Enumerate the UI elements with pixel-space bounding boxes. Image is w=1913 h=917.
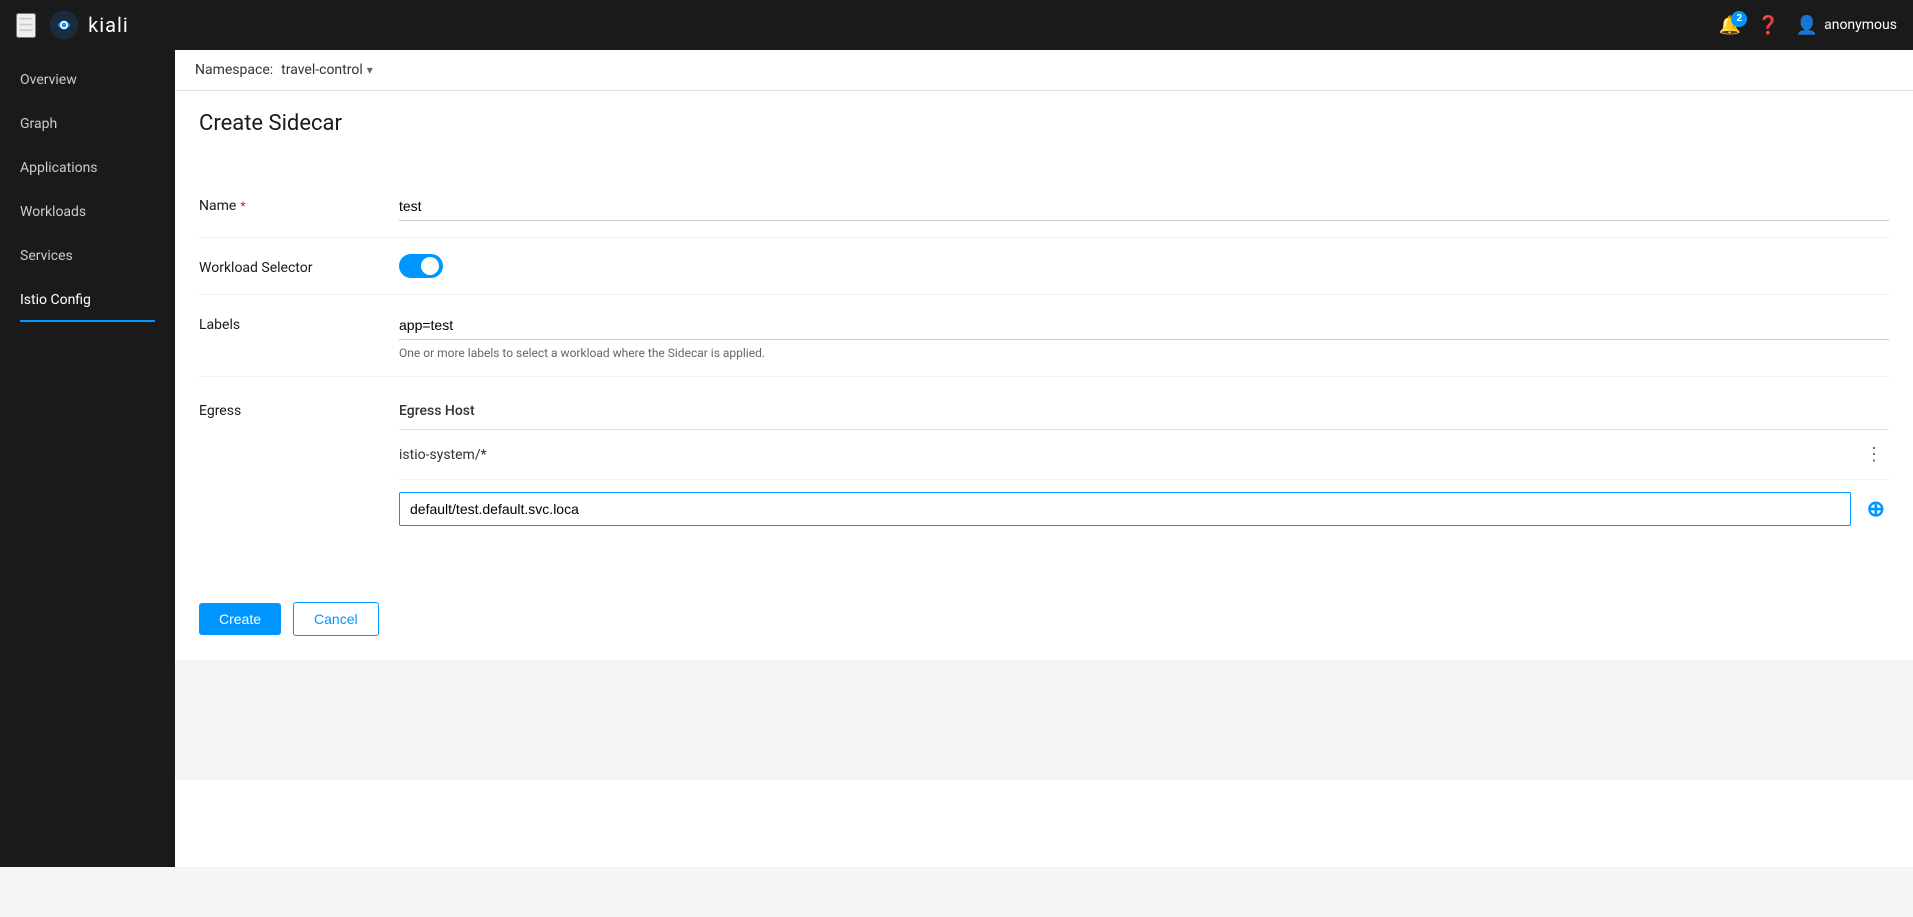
page-title-section: Create Sidecar bbox=[175, 91, 1913, 152]
sidebar-item-overview[interactable]: Overview bbox=[0, 58, 175, 102]
sidebar-item-graph[interactable]: Graph bbox=[0, 102, 175, 146]
sidebar-item-applications[interactable]: Applications bbox=[0, 146, 175, 190]
cancel-button[interactable]: Cancel bbox=[293, 602, 379, 636]
labels-hint: One or more labels to select a workload … bbox=[399, 346, 1889, 360]
sidebar-item-label: Overview bbox=[20, 72, 77, 88]
user-section[interactable]: 👤 anonymous bbox=[1796, 15, 1897, 36]
create-button[interactable]: Create bbox=[199, 603, 281, 635]
hamburger-button[interactable]: ☰ bbox=[16, 13, 36, 38]
labels-input[interactable] bbox=[399, 311, 1889, 340]
notification-badge: 2 bbox=[1731, 11, 1747, 27]
required-indicator: * bbox=[240, 199, 245, 213]
form-section: Name * Workload Selector bbox=[175, 152, 1913, 578]
help-button[interactable]: ❓ bbox=[1757, 15, 1779, 36]
notification-button[interactable]: 🔔 2 bbox=[1719, 15, 1741, 36]
add-circle-icon: ⊕ bbox=[1867, 496, 1885, 521]
egress-control: Egress Host istio-system/* ⋮ ⊕ bbox=[399, 393, 1889, 538]
header: ☰ kiali 🔔 2 ❓ 👤 anonymous bbox=[0, 0, 1913, 50]
logo[interactable]: kiali bbox=[48, 9, 129, 41]
name-row: Name * bbox=[199, 176, 1889, 238]
egress-item-1: istio-system/* ⋮ bbox=[399, 430, 1889, 480]
egress-item-1-more-button[interactable]: ⋮ bbox=[1859, 442, 1889, 467]
header-left: ☰ kiali bbox=[16, 9, 129, 41]
help-icon: ❓ bbox=[1757, 15, 1779, 35]
egress-item-1-text: istio-system/* bbox=[399, 447, 1859, 463]
sidebar-item-label: Workloads bbox=[20, 204, 86, 220]
workload-selector-row: Workload Selector bbox=[199, 238, 1889, 295]
namespace-bar: Namespace: travel-control ▾ bbox=[175, 50, 1913, 91]
egress-row: Egress Egress Host istio-system/* ⋮ bbox=[199, 377, 1889, 554]
name-label: Name * bbox=[199, 192, 399, 214]
sidebar-item-workloads[interactable]: Workloads bbox=[0, 190, 175, 234]
name-input[interactable] bbox=[399, 192, 1889, 221]
toggle-thumb bbox=[421, 257, 439, 275]
labels-control: One or more labels to select a workload … bbox=[399, 311, 1889, 360]
workload-selector-control bbox=[399, 254, 1889, 278]
egress-header-row: Egress Host bbox=[399, 393, 1889, 430]
egress-input-row: ⊕ bbox=[399, 480, 1889, 538]
namespace-select[interactable]: travel-control ▾ bbox=[281, 62, 373, 78]
main-content: Namespace: travel-control ▾ Create Sidec… bbox=[175, 50, 1913, 867]
name-control bbox=[399, 192, 1889, 221]
labels-label: Labels bbox=[199, 311, 399, 333]
namespace-dropdown-arrow-icon: ▾ bbox=[367, 63, 373, 77]
egress-item-1-actions: ⋮ bbox=[1859, 442, 1889, 467]
sidebar-item-label: Applications bbox=[20, 160, 98, 176]
sidebar-item-label: Istio Config bbox=[20, 292, 91, 308]
sidebar-item-label: Services bbox=[20, 248, 73, 264]
page-title: Create Sidecar bbox=[199, 111, 1889, 136]
namespace-value: travel-control bbox=[281, 62, 363, 78]
sidebar-item-istio-config[interactable]: Istio Config bbox=[0, 278, 175, 322]
namespace-label: Namespace: bbox=[195, 62, 273, 78]
user-icon: 👤 bbox=[1796, 15, 1818, 36]
sidebar: Overview Graph Applications Workloads Se… bbox=[0, 50, 175, 867]
add-egress-host-button[interactable]: ⊕ bbox=[1863, 496, 1889, 522]
gray-area bbox=[175, 660, 1913, 780]
logo-text: kiali bbox=[88, 13, 129, 37]
workload-selector-label: Workload Selector bbox=[199, 254, 399, 276]
sidebar-item-services[interactable]: Services bbox=[0, 234, 175, 278]
egress-host-header: Egress Host bbox=[399, 403, 1889, 419]
egress-host-input[interactable] bbox=[399, 492, 1851, 526]
username-label: anonymous bbox=[1824, 17, 1897, 33]
egress-label: Egress bbox=[199, 393, 399, 419]
actions-row: Create Cancel bbox=[175, 578, 1913, 660]
workload-selector-toggle[interactable] bbox=[399, 254, 443, 278]
labels-row: Labels One or more labels to select a wo… bbox=[199, 295, 1889, 377]
sidebar-item-label: Graph bbox=[20, 116, 57, 132]
header-right: 🔔 2 ❓ 👤 anonymous bbox=[1719, 15, 1897, 36]
kiali-logo-icon bbox=[48, 9, 80, 41]
layout: Overview Graph Applications Workloads Se… bbox=[0, 50, 1913, 867]
